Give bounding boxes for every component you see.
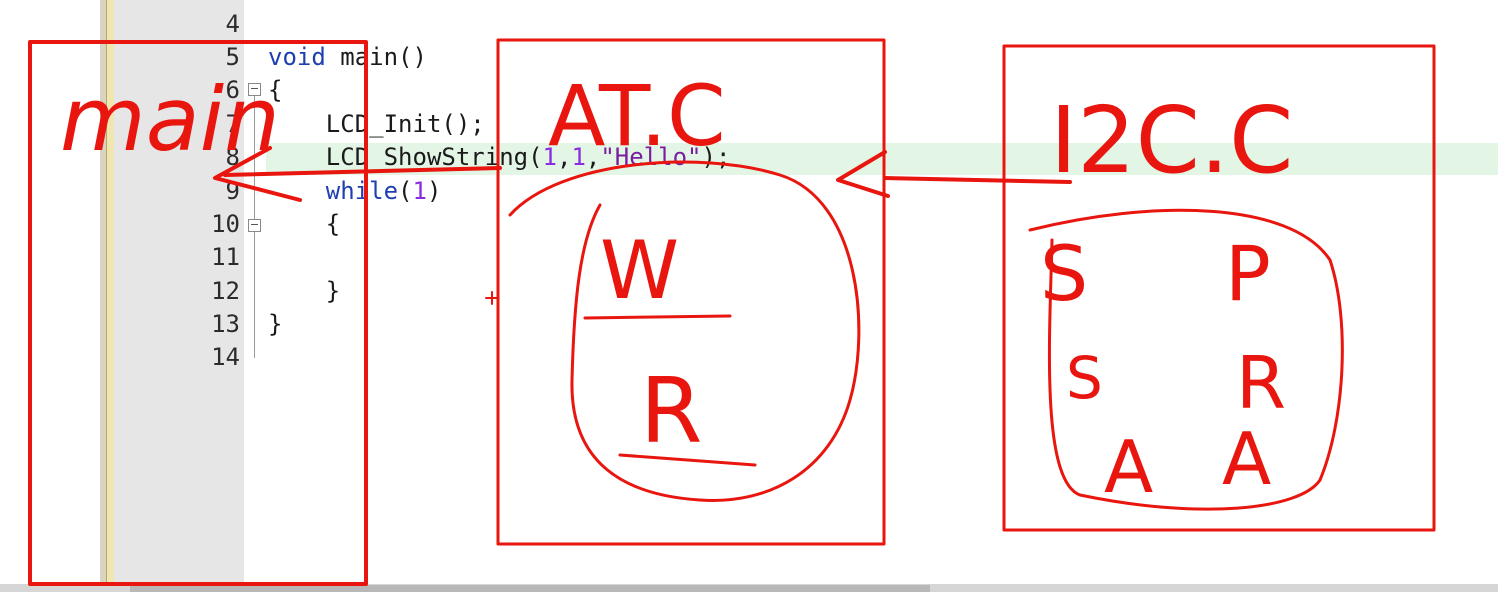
arrow-i2c-to-at: [836, 150, 1072, 198]
annotation-overlay: main AT.C I2C.C W R S P S R A A: [28, 38, 1436, 586]
s-label-2: S: [1066, 344, 1103, 412]
main-label: main: [60, 68, 280, 171]
at-c-label: AT.C: [548, 67, 726, 165]
p-label: P: [1225, 229, 1271, 318]
r-label: R: [640, 359, 703, 464]
cursor-mark: [485, 291, 499, 305]
s-label-1: S: [1040, 229, 1088, 318]
w-label: W: [600, 224, 679, 317]
a-label-1: A: [1104, 425, 1153, 509]
a-label-2: A: [1222, 417, 1271, 501]
r-label-2: R: [1236, 341, 1286, 425]
i2c-c-label: I2C.C: [1050, 87, 1293, 194]
